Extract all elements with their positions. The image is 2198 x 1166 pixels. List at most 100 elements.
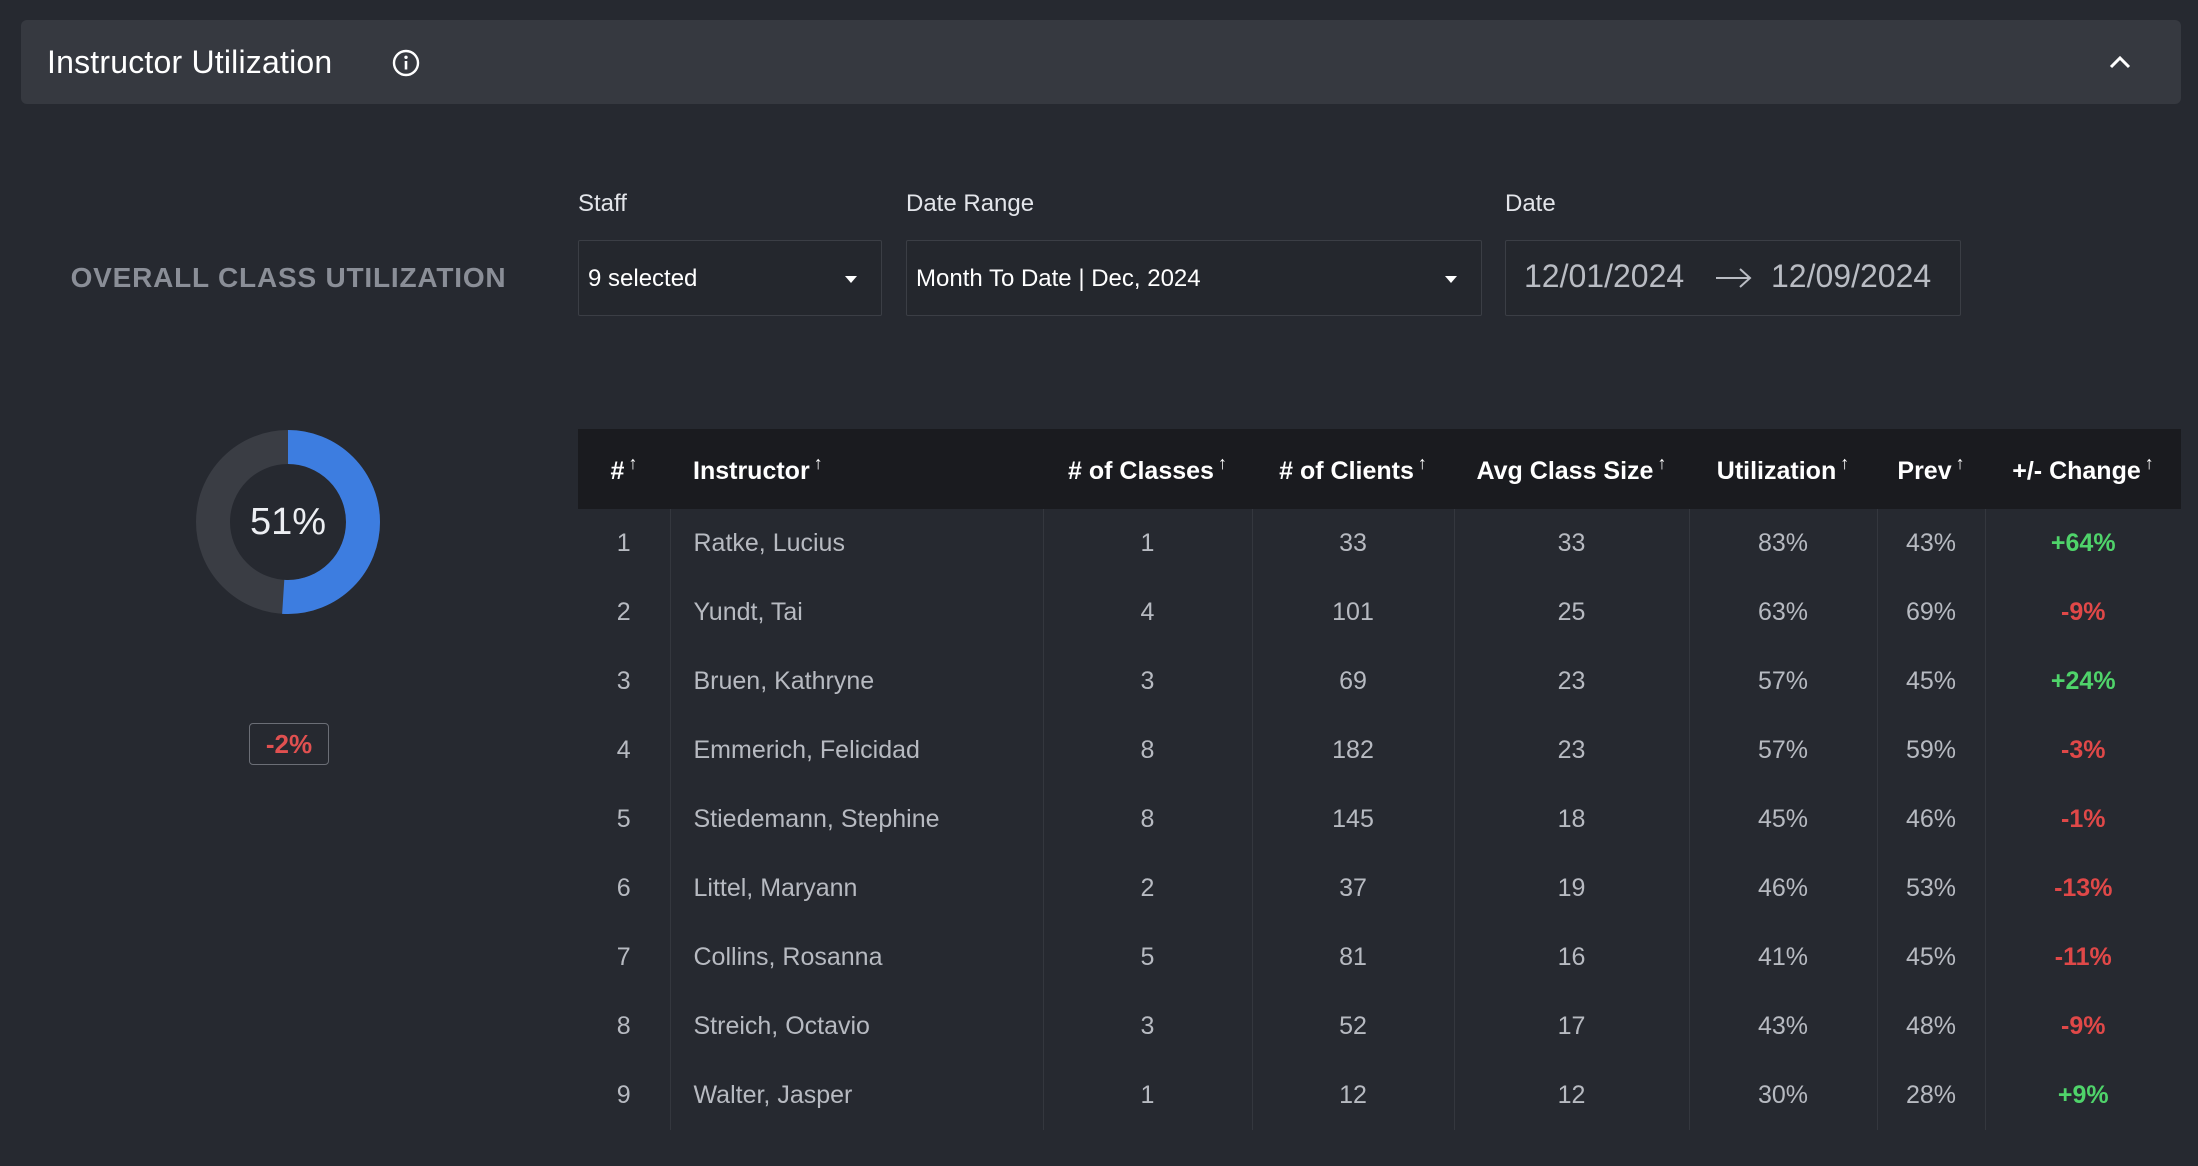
cell-clients: 81	[1251, 923, 1454, 992]
cell-classes: 3	[1042, 992, 1252, 1061]
column-header-avg-class-size[interactable]: Avg Class Size ↑	[1454, 429, 1689, 509]
column-header-clients[interactable]: # of Clients ↑	[1252, 429, 1454, 509]
cell-clients: 52	[1251, 992, 1454, 1061]
caret-down-icon	[845, 276, 857, 283]
cell-clients: 145	[1251, 785, 1454, 854]
table-row: 5 Stiedemann, Stephine 8 145 18 45% 46% -1%	[578, 785, 2181, 854]
cell-avg-class-size: 23	[1453, 647, 1689, 716]
date-range-select[interactable]: Month To Date | Dec, 2024	[906, 240, 1482, 316]
cell-rank: 8	[616, 1012, 631, 1040]
cell-instructor: Littel, Maryann	[669, 854, 1043, 923]
utilization-value: 51%	[249, 500, 327, 543]
overall-utilization-title: OVERALL CLASS UTILIZATION	[70, 262, 507, 293]
table-row: 6 Littel, Maryann 2 37 19 46% 53% -13%	[578, 854, 2181, 923]
cell-instructor: Stiedemann, Stephine	[669, 785, 1043, 854]
cell-rank: 9	[616, 1081, 631, 1109]
caret-down-icon	[1445, 276, 1457, 283]
cell-change: -3%	[1984, 716, 2181, 785]
cell-instructor: Collins, Rosanna	[669, 923, 1043, 992]
cell-instructor: Ratke, Lucius	[669, 509, 1043, 578]
sort-arrow-icon: ↑	[1657, 452, 1667, 473]
cell-classes: 8	[1042, 716, 1252, 785]
cell-avg-class-size: 18	[1453, 785, 1689, 854]
sort-arrow-icon: ↑	[2144, 452, 2154, 473]
staff-label: Staff	[578, 190, 627, 217]
date-range-value: Month To Date | Dec, 2024	[916, 265, 1201, 292]
cell-utilization: 41%	[1688, 923, 1877, 992]
cell-change: -9%	[1984, 578, 2181, 647]
column-header-instructor[interactable]: Instructor ↑	[670, 429, 1043, 509]
table-row: 9 Walter, Jasper 1 12 12 30% 28% +9%	[578, 1061, 2181, 1130]
cell-clients: 101	[1251, 578, 1454, 647]
cell-rank: 2	[616, 598, 631, 626]
cell-classes: 8	[1042, 785, 1252, 854]
cell-prev: 43%	[1876, 509, 1985, 578]
cell-prev: 59%	[1876, 716, 1985, 785]
cell-instructor: Yundt, Tai	[669, 578, 1043, 647]
cell-classes: 3	[1042, 647, 1252, 716]
cell-prev: 53%	[1876, 854, 1985, 923]
cell-change: +24%	[1984, 647, 2181, 716]
cell-change: +64%	[1984, 509, 2181, 578]
cell-classes: 5	[1042, 923, 1252, 992]
sort-arrow-icon: ↑	[1955, 452, 1965, 473]
cell-utilization: 63%	[1688, 578, 1877, 647]
cell-instructor: Streich, Octavio	[669, 992, 1043, 1061]
cell-classes: 2	[1042, 854, 1252, 923]
date-label: Date	[1505, 190, 1556, 217]
cell-utilization: 57%	[1688, 716, 1877, 785]
cell-utilization: 45%	[1688, 785, 1877, 854]
column-header-prev[interactable]: Prev ↑	[1877, 429, 1985, 509]
date-range-picker[interactable]: 12/01/2024 12/09/2024	[1505, 240, 1961, 316]
cell-avg-class-size: 25	[1453, 578, 1689, 647]
cell-prev: 69%	[1876, 578, 1985, 647]
cell-avg-class-size: 19	[1453, 854, 1689, 923]
cell-prev: 45%	[1876, 647, 1985, 716]
cell-rank: 4	[616, 736, 631, 764]
cell-clients: 37	[1251, 854, 1454, 923]
sort-arrow-icon: ↑	[1217, 452, 1227, 473]
info-icon[interactable]	[391, 48, 421, 78]
staff-select[interactable]: 9 selected	[578, 240, 882, 316]
cell-change: -13%	[1984, 854, 2181, 923]
cell-change: +9%	[1984, 1061, 2181, 1130]
cell-prev: 45%	[1876, 923, 1985, 992]
cell-rank: 6	[616, 874, 631, 902]
cell-instructor: Emmerich, Felicidad	[669, 716, 1043, 785]
start-date-input[interactable]: 12/01/2024	[1524, 258, 1684, 295]
table-row: 7 Collins, Rosanna 5 81 16 41% 45% -11%	[578, 923, 2181, 992]
cell-avg-class-size: 23	[1453, 716, 1689, 785]
section-title: Instructor Utilization	[47, 44, 333, 80]
sort-arrow-icon: ↑	[628, 452, 638, 473]
date-range-label: Date Range	[906, 190, 1035, 217]
cell-classes: 1	[1042, 509, 1252, 578]
staff-select-value: 9 selected	[588, 265, 698, 292]
table-header-row: # ↑ Instructor ↑ # of Classes ↑ # of Client…	[578, 429, 2181, 509]
column-header-utilization[interactable]: Utilization ↑	[1689, 429, 1877, 509]
cell-classes: 1	[1042, 1061, 1252, 1130]
table-row: 3 Bruen, Kathryne 3 69 23 57% 45% +24%	[578, 647, 2181, 716]
column-header-classes[interactable]: # of Classes ↑	[1043, 429, 1252, 509]
sort-arrow-icon: ↑	[1840, 452, 1850, 473]
cell-change: -1%	[1984, 785, 2181, 854]
cell-clients: 69	[1251, 647, 1454, 716]
arrow-right-icon	[1716, 268, 1752, 288]
cell-prev: 46%	[1876, 785, 1985, 854]
column-header-change[interactable]: +/- Change ↑	[1985, 429, 2181, 509]
table-row: 2 Yundt, Tai 4 101 25 63% 69% -9%	[578, 578, 2181, 647]
cell-rank: 3	[616, 667, 631, 695]
chevron-up-icon[interactable]	[2103, 46, 2137, 80]
table-row: 8 Streich, Octavio 3 52 17 43% 48% -9%	[578, 992, 2181, 1061]
cell-utilization: 43%	[1688, 992, 1877, 1061]
cell-change: -9%	[1984, 992, 2181, 1061]
cell-rank: 5	[616, 805, 631, 833]
cell-clients: 33	[1251, 509, 1454, 578]
table-row: 1 Ratke, Lucius 1 33 33 83% 43% +64%	[578, 509, 2181, 578]
cell-avg-class-size: 12	[1453, 1061, 1689, 1130]
cell-utilization: 83%	[1688, 509, 1877, 578]
column-header-rank[interactable]: # ↑	[578, 429, 670, 509]
end-date-input[interactable]: 12/09/2024	[1771, 258, 1931, 295]
cell-clients: 182	[1251, 716, 1454, 785]
table-row: 4 Emmerich, Felicidad 8 182 23 57% 59% -3%	[578, 716, 2181, 785]
cell-utilization: 30%	[1688, 1061, 1877, 1130]
